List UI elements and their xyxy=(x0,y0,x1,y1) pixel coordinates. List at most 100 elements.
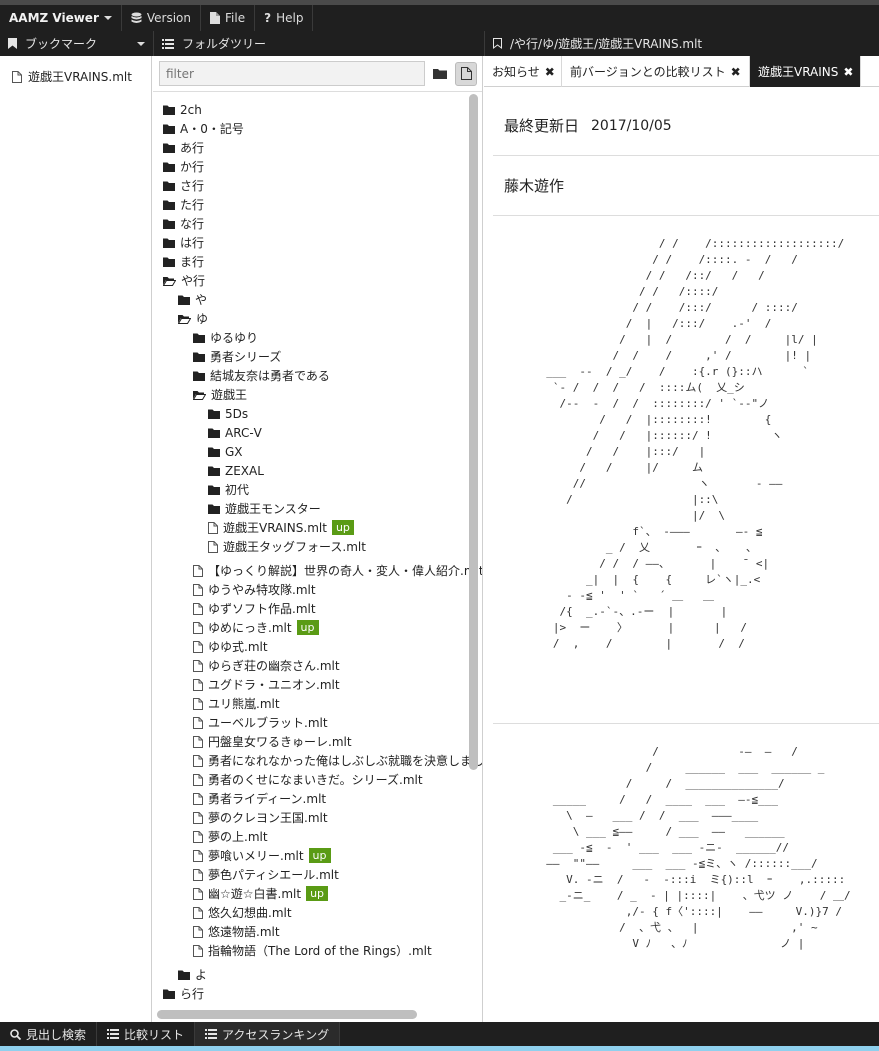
content-pane: お知らせ ✖ 前バージョンとの比較リスト ✖ 遊戯王VRAINS ✖ 最終更新日… xyxy=(484,56,879,1022)
tree-file-item[interactable]: ユグドラ・ユニオン.mlt xyxy=(193,675,340,694)
tree-file-item[interactable]: 勇者になれなかった俺はしぶしぶ就職を決意しました.mlt xyxy=(193,751,482,770)
tree-item-label: 初代 xyxy=(225,483,250,497)
ascii-art-block: / / /:::::::::::::::::::/ / / /::::. - /… xyxy=(493,216,879,724)
tree-item-label: 夢喰いメリー.mlt xyxy=(208,849,304,863)
tab-notice[interactable]: お知らせ ✖ xyxy=(484,56,562,87)
tree-folder-item[interactable]: は行 xyxy=(163,233,204,252)
tree-file-item[interactable]: 指輪物語（The Lord of the Rings）.mlt xyxy=(193,941,432,960)
help-menu[interactable]: ? Help xyxy=(255,5,314,31)
tree-file-item[interactable]: 夢のクレヨン王国.mlt xyxy=(193,808,328,827)
app-menu-button[interactable]: AAMZ Viewer xyxy=(0,5,122,31)
tree-item-label: 遊戯王VRAINS.mlt xyxy=(223,521,327,535)
tree-folder-item[interactable]: や行 xyxy=(163,271,205,290)
tree-file-item[interactable]: 幽☆遊☆白書.mlt up xyxy=(193,884,329,903)
bottom-tab-access-ranking[interactable]: アクセスランキング xyxy=(195,1022,341,1046)
tree-item-label: 勇者シリーズ xyxy=(210,350,282,364)
tree-item-label: や行 xyxy=(181,274,206,288)
tree-folder-item[interactable]: 5Ds xyxy=(208,404,248,423)
tree-file-item[interactable]: 遊戯王タッグフォース.mlt xyxy=(208,537,366,556)
tree-folder-item[interactable]: 初代 xyxy=(208,480,249,499)
tree-folder-item[interactable]: 2ch xyxy=(163,100,202,119)
tree-file-item[interactable]: ゆずソフト作品.mlt xyxy=(193,599,316,618)
tree-horizontal-scrollbar[interactable] xyxy=(157,1010,417,1019)
tree-file-item[interactable]: 悠久幻想曲.mlt xyxy=(193,903,292,922)
tree-vertical-scrollbar[interactable] xyxy=(469,94,478,770)
tree-file-item[interactable]: ユーベルブラット.mlt xyxy=(193,713,328,732)
bottom-tab-label: アクセスランキング xyxy=(222,1027,330,1042)
tree-file-item[interactable]: 夢の上.mlt xyxy=(193,827,268,846)
file-menu[interactable]: File xyxy=(201,5,256,31)
tree-item-label: 夢のクレヨン王国.mlt xyxy=(208,811,328,825)
tree-file-item[interactable]: 円盤皇女ワるきゅーレ.mlt xyxy=(193,732,352,751)
list-icon xyxy=(162,38,174,49)
tree-file-item[interactable]: ゆうやみ特攻隊.mlt xyxy=(193,580,316,599)
tree-folder-item[interactable]: ゆるゆり xyxy=(193,328,258,347)
tree-folder-item[interactable]: 遊戯王モンスター xyxy=(208,499,321,518)
bottom-tab-bar: 見出し検索 比較リスト アクセスランキング xyxy=(0,1022,879,1046)
last-updated-row: 最終更新日 2017/10/05 xyxy=(493,96,879,156)
last-updated-value: 2017/10/05 xyxy=(591,117,672,134)
folder-filter-toggle[interactable] xyxy=(429,62,451,86)
tree-item-label: 幽☆遊☆白書.mlt xyxy=(208,887,302,901)
filter-row xyxy=(159,61,479,86)
tree-file-item[interactable]: 遊戯王VRAINS.mlt up xyxy=(208,518,354,537)
file-filter-toggle[interactable] xyxy=(455,61,477,86)
tree-file-item[interactable]: ゆらぎ荘の幽奈さん.mlt xyxy=(193,656,340,675)
tree-folder-item[interactable]: ゆ xyxy=(178,309,208,328)
tree-file-item[interactable]: 勇者のくせになまいきだ。シリーズ.mlt xyxy=(193,770,423,789)
tree-file-item[interactable]: ゆゆ式.mlt xyxy=(193,637,268,656)
tree-folder-item[interactable]: 遊戯王 xyxy=(193,385,247,404)
last-updated-label: 最終更新日 xyxy=(504,117,580,135)
file-outline-icon xyxy=(193,754,203,767)
file-outline-icon xyxy=(193,925,203,938)
caret-down-icon[interactable] xyxy=(137,41,145,46)
tab-compare-list[interactable]: 前バージョンとの比較リスト ✖ xyxy=(562,56,750,87)
bottom-tab-label: 比較リスト xyxy=(124,1027,185,1042)
close-icon[interactable]: ✖ xyxy=(731,65,741,79)
tree-file-item[interactable]: 夢色パティシエール.mlt xyxy=(193,865,339,884)
tree-folder-item[interactable]: さ行 xyxy=(163,176,204,195)
tree-folder-item[interactable]: た行 xyxy=(163,195,204,214)
tree-folder-item[interactable]: GX xyxy=(208,442,243,461)
tree-folder-item[interactable]: あ行 xyxy=(163,138,204,157)
tree-file-item[interactable]: 勇者ライディーン.mlt xyxy=(193,789,326,808)
file-outline-icon xyxy=(193,906,203,919)
tree-file-item[interactable]: ゆめにっき.mlt up xyxy=(193,618,319,637)
tab-yugioh-vrains[interactable]: 遊戯王VRAINS ✖ xyxy=(750,56,861,87)
bottom-accent-bar xyxy=(0,1046,879,1051)
tree-file-item[interactable]: 悠遠物語.mlt xyxy=(193,922,280,941)
tree-folder-item[interactable]: よ xyxy=(178,965,207,984)
tree-folder-item[interactable]: ZEXAL xyxy=(208,461,264,480)
version-menu[interactable]: Version xyxy=(122,5,202,31)
folder-icon xyxy=(163,181,175,191)
tree-file-item[interactable]: 【ゆっくり解説】世界の奇人・変人・偉人紹介.mlt xyxy=(193,561,482,580)
tree-folder-item[interactable]: ARC-Ⅴ xyxy=(208,423,262,442)
tree-item-label: 勇者のくせになまいきだ。シリーズ.mlt xyxy=(208,773,423,787)
tree-item-label: ゆ xyxy=(196,312,209,326)
close-icon[interactable]: ✖ xyxy=(545,65,555,79)
tree-item-label: は行 xyxy=(180,236,205,250)
tree-folder-item[interactable]: ま行 xyxy=(163,252,204,271)
tree-file-item[interactable]: 夢喰いメリー.mlt up xyxy=(193,846,331,865)
tree-file-item[interactable]: ユリ熊嵐.mlt xyxy=(193,694,280,713)
tree-folder-item[interactable]: 勇者シリーズ xyxy=(193,347,281,366)
entry-title-row: 藤木遊作 xyxy=(493,156,879,216)
content-path-header: /や行/ゆ/遊戯王/遊戯王VRAINS.mlt xyxy=(484,31,879,56)
close-icon[interactable]: ✖ xyxy=(843,65,853,79)
ascii-art: / / /:::::::::::::::::::/ / / /::::. - /… xyxy=(546,237,845,650)
tree-folder-item[interactable]: か行 xyxy=(163,157,204,176)
bookmark-item[interactable]: 遊戯王VRAINS.mlt xyxy=(0,56,151,85)
filter-input[interactable] xyxy=(159,61,425,86)
tree-folder-item[interactable]: や xyxy=(178,290,207,309)
tree-folder-item[interactable]: な行 xyxy=(163,214,204,233)
bottom-tab-compare-list[interactable]: 比較リスト xyxy=(97,1022,196,1046)
bottom-tab-heading-search[interactable]: 見出し検索 xyxy=(0,1022,98,1046)
folder-open-icon xyxy=(163,276,176,286)
folder-icon xyxy=(163,219,175,229)
folder-icon xyxy=(193,352,205,362)
tree-folder-item[interactable]: A・0・記号 xyxy=(163,119,244,138)
tree-folder-item[interactable]: ら行 xyxy=(163,984,204,1003)
file-outline-icon xyxy=(193,659,203,672)
bookmark-outline-icon[interactable] xyxy=(493,38,502,49)
tree-folder-item[interactable]: 結城友奈は勇者である xyxy=(193,366,330,385)
